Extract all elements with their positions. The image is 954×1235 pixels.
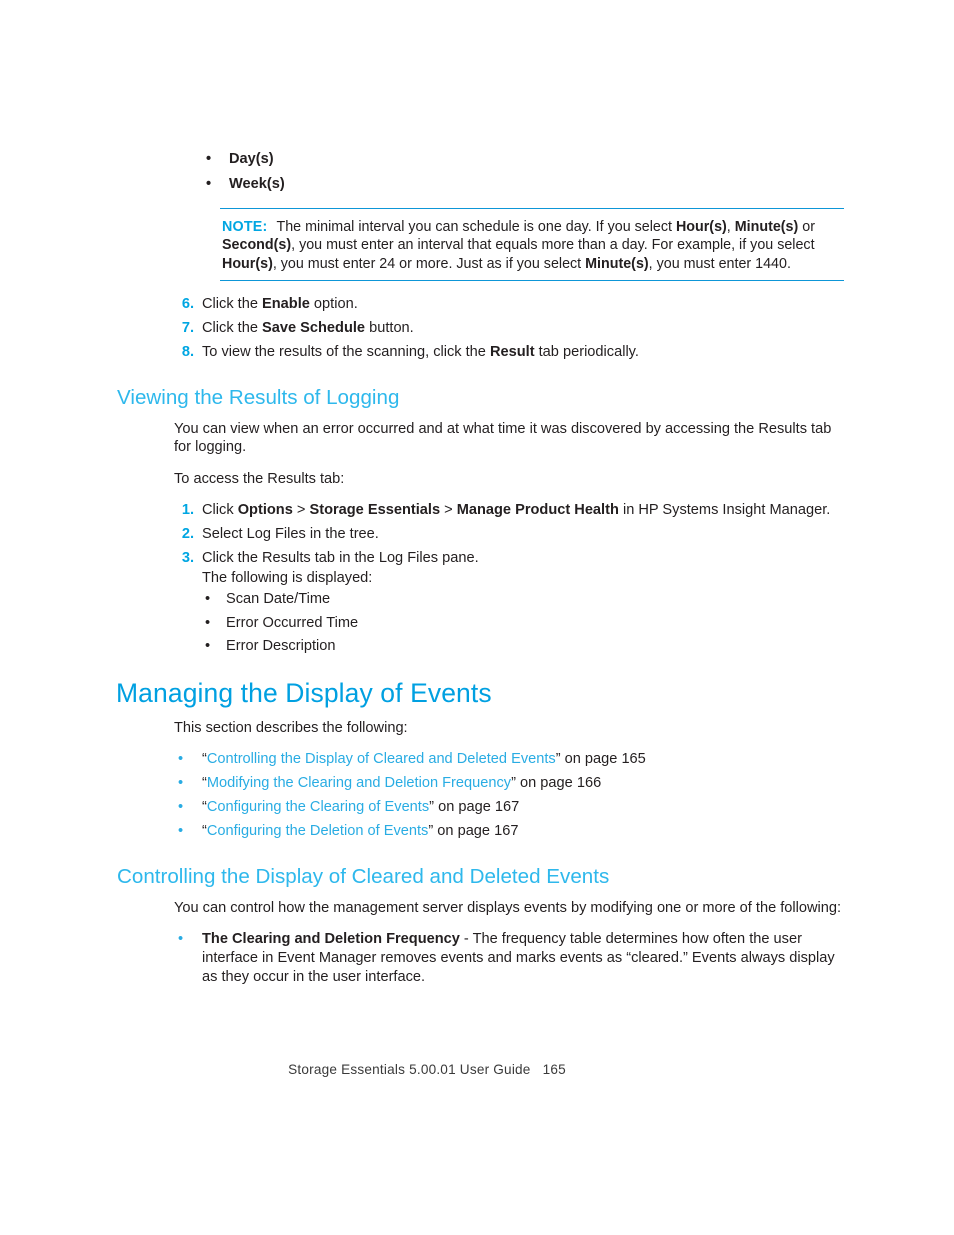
link-configuring-deletion-of-events[interactable]: Configuring the Deletion of Events [207,823,428,839]
list-item: • Error Occurred Time [202,614,844,633]
heading-managing-display-of-events: Managing the Display of Events [116,677,492,708]
interval-unit-list: • Day(s) • Week(s) [202,150,844,193]
list-item-label: Week(s) [229,175,285,192]
step-item: 8. To view the results of the scanning, c… [174,343,844,362]
step-item: 1. Click Options > Storage Essentials > M… [174,501,844,520]
step-number: 3. [181,549,194,566]
list-item: • Week(s) [202,175,844,193]
page-footer: Storage Essentials 5.00.01 User Guide 165 [0,1062,954,1077]
bullet-icon: • [205,591,211,608]
step-item: 7. Click the Save Schedule button. [174,319,844,338]
footer-page-number: 165 [542,1062,566,1077]
step-item: 2. Select Log Files in the tree. [174,525,844,544]
bullet-icon: • [178,823,184,840]
step-item: 3. Click the Results tab in the Log Files… [174,549,844,656]
step-text-post: option. [309,296,358,313]
link-modifying-clearing-deletion-frequency[interactable]: Modifying the Clearing and Deletion Freq… [207,775,511,791]
link-controlling-display-cleared-deleted-events[interactable]: Controlling the Display of Cleared and D… [207,751,556,767]
bullet-icon: • [205,614,211,631]
list-item-label: Error Description [226,638,336,655]
step-bold-term: Enable [262,296,310,313]
step-number: 1. [181,502,194,519]
note-bold-hours: Hour(s) [675,218,727,235]
page-reference: on page 167 [434,799,520,816]
note-label: NOTE: [222,218,268,235]
page-reference: on page 167 [433,823,519,840]
footer-inner: Storage Essentials 5.00.01 User Guide 165 [288,1062,666,1077]
note-text-part2: or [798,218,815,235]
menu-options: Options [237,502,293,519]
step-text-pre: Click the [202,296,263,313]
step-text-pre: Click the [202,320,263,337]
step-text: Click the Results tab in the Log Files p… [202,549,479,566]
logging-intro-paragraph: You can view when an error occurred and … [174,420,832,456]
note-text-part1: The minimal interval you can schedule is… [276,218,676,235]
procedure-steps-continued: 6. Click the Enable option. 7. Click the S… [174,295,844,361]
controlling-intro-paragraph: You can control how the management serve… [174,899,842,916]
menu-storage-essentials: Storage Essentials [309,502,441,519]
list-item-label: Error Occurred Time [226,614,359,631]
bullet-icon: • [205,638,211,655]
bullet-icon: • [178,775,184,792]
step-number: 2. [181,525,194,542]
list-item-label: Scan Date/Time [226,591,331,608]
note-text-part3: , you must enter an interval that equals… [291,237,815,254]
step-number: 8. [181,343,194,360]
step-bold-term: Save Schedule [262,320,366,337]
bullet-icon: • [206,175,212,192]
step-text-pre: Click [202,502,238,519]
controlling-options-list: • The Clearing and Deletion Frequency - T… [174,930,844,986]
list-item: • “Configuring the Clearing of Events” on… [174,798,844,817]
step-number: 7. [181,320,194,337]
list-item: • “Controlling the Display of Cleared and… [174,750,844,769]
step-text-post: button. [365,320,414,337]
page-content: • Day(s) • Week(s) NOTE: The minimal interv… [116,150,844,987]
logging-lead-paragraph: To access the Results tab: [174,470,345,487]
list-item-label: Day(s) [229,151,274,167]
step-text-post: tab periodically. [534,343,639,360]
list-item: • “Configuring the Deletion of Events” on… [174,822,844,841]
list-item: • Error Description [202,637,844,656]
bullet-icon: • [178,799,184,816]
note-bold-hours-2: Hour(s) [222,255,273,272]
note-callout: NOTE: The minimal interval you can schedu… [220,207,844,282]
bullet-icon: • [178,751,184,768]
list-item: • Day(s) [202,150,844,168]
note-bold-minutes-2: Minute(s) [585,255,649,272]
menu-separator: > [440,502,457,519]
cross-reference-list: • “Controlling the Display of Cleared and… [174,750,844,841]
procedure-steps-results-tab: 1. Click Options > Storage Essentials > M… [174,501,844,656]
footer-guide-title: Storage Essentials 5.00.01 User Guide [288,1062,531,1077]
step-number: 6. [181,296,194,313]
step-text-pre: To view the results of the scanning, cli… [202,343,490,360]
menu-manage-product-health: Manage Product Health [456,502,619,519]
note-text-part5: , you must enter 1440. [648,255,791,272]
note-bold-seconds: Second(s) [222,237,292,254]
managing-intro-paragraph: This section describes the following: [174,719,408,736]
list-item: • Scan Date/Time [202,590,844,609]
step-item: 6. Click the Enable option. [174,295,844,314]
option-term-clearing-deletion-frequency: The Clearing and Deletion Frequency [202,931,460,948]
note-bold-minutes: Minute(s) [734,218,799,235]
bullet-icon: • [178,931,184,948]
list-item: • “Modifying the Clearing and Deletion Fr… [174,774,844,793]
step-bold-term: Result [489,343,535,360]
note-text-part4: , you must enter 24 or more. Just as if … [272,255,586,272]
displayed-fields-list: • Scan Date/Time • Error Occurred Time • Er… [202,590,844,656]
note-body: NOTE: The minimal interval you can schedu… [220,218,844,274]
page-reference: on page 165 [560,751,646,768]
step-text: Select Log Files in the tree. [202,525,379,542]
displayed-lead: The following is displayed: [202,569,373,586]
page-reference: on page 166 [515,775,602,792]
menu-separator: > [292,502,310,519]
document-page: • Day(s) • Week(s) NOTE: The minimal interv… [0,0,954,1235]
heading-controlling-display-cleared-deleted-events: Controlling the Display of Cleared and D… [117,864,610,888]
link-configuring-clearing-of-events[interactable]: Configuring the Clearing of Events [207,799,429,815]
step-text-post: in HP Systems Insight Manager. [618,502,831,519]
heading-viewing-results-of-logging: Viewing the Results of Logging [117,385,400,409]
list-item: • The Clearing and Deletion Frequency - T… [174,930,844,986]
note-sep1: , [726,218,735,235]
bullet-icon: • [206,151,212,167]
